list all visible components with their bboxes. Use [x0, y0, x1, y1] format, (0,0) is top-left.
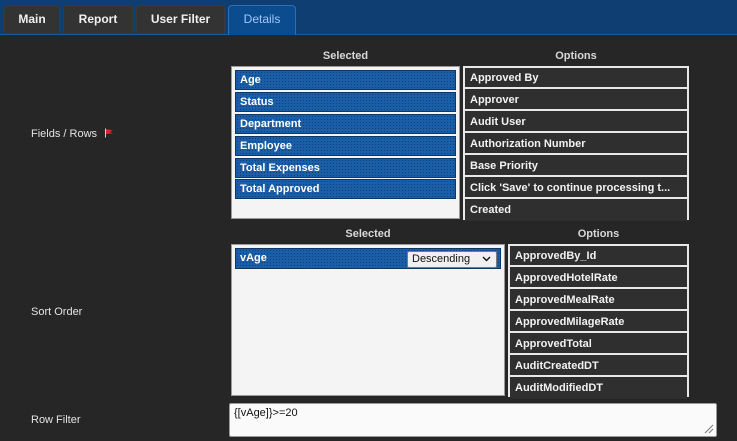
sort-item-vage[interactable]: vAge Descending	[235, 248, 501, 269]
option-field-item[interactable]: Created	[465, 200, 687, 221]
tab-details[interactable]: Details	[228, 5, 296, 35]
sort-selected-header: Selected	[345, 228, 391, 240]
option-sort-item[interactable]: ApprovedTotal	[510, 334, 687, 355]
selected-field-total-expenses[interactable]: Total Expenses	[235, 158, 456, 178]
option-sort-item[interactable]: ApprovedMealRate	[510, 290, 687, 311]
option-field-item[interactable]: Approved By	[465, 68, 687, 89]
selected-field-age[interactable]: Age	[235, 70, 456, 90]
sort-selected-list[interactable]: vAge Descending	[231, 244, 505, 396]
fields-options-header: Options	[555, 50, 597, 62]
selected-field-total-approved[interactable]: Total Approved	[235, 179, 456, 199]
option-sort-item[interactable]: AuditCreatedDT	[510, 356, 687, 377]
option-sort-item[interactable]: ApprovedMilageRate	[510, 312, 687, 333]
row-filter-label: Row Filter	[31, 414, 81, 426]
sort-direction-select[interactable]: Descending	[407, 251, 497, 268]
tab-report[interactable]: Report	[63, 5, 133, 33]
option-sort-item[interactable]: ApprovedBy_Id	[510, 246, 687, 267]
chevron-down-icon	[482, 256, 491, 262]
tab-user-filter[interactable]: User Filter	[136, 5, 225, 33]
option-field-item[interactable]: Authorization Number	[465, 134, 687, 155]
sort-options-header: Options	[577, 228, 620, 240]
tab-main[interactable]: Main	[4, 5, 60, 33]
row-filter-value: {[vAge]}>=20	[234, 407, 298, 419]
resize-grip-icon[interactable]	[703, 423, 714, 434]
selected-field-department[interactable]: Department	[235, 114, 456, 134]
tab-bar: Main Report User Filter Details	[0, 0, 737, 35]
row-filter-input[interactable]: {[vAge]}>=20	[229, 403, 717, 437]
option-field-item[interactable]: Approver	[465, 90, 687, 111]
fields-selected-list[interactable]: Age Status Department Employee Total Exp…	[231, 66, 460, 219]
option-sort-item[interactable]: ApprovedHotelRate	[510, 268, 687, 289]
option-field-item[interactable]: Base Priority	[465, 156, 687, 177]
sort-options-list[interactable]: ApprovedBy_Id ApprovedHotelRate Approved…	[508, 244, 689, 399]
selected-field-status[interactable]: Status	[235, 92, 456, 112]
sort-order-label: Sort Order	[31, 306, 83, 318]
fields-selected-header: Selected	[322, 50, 369, 62]
option-field-item[interactable]: Click 'Save' to continue processing t...	[465, 178, 687, 199]
fields-rows-label: Fields / Rows	[31, 128, 98, 140]
red-flag-icon	[105, 128, 113, 138]
sort-direction-value: Descending	[412, 253, 471, 265]
sort-field-name: vAge	[240, 252, 267, 264]
fields-options-list[interactable]: Approved By Approver Audit User Authoriz…	[463, 66, 689, 221]
option-sort-item[interactable]: AuditModifiedDT	[510, 378, 687, 399]
selected-field-employee[interactable]: Employee	[235, 136, 456, 156]
option-field-item[interactable]: Audit User	[465, 112, 687, 133]
